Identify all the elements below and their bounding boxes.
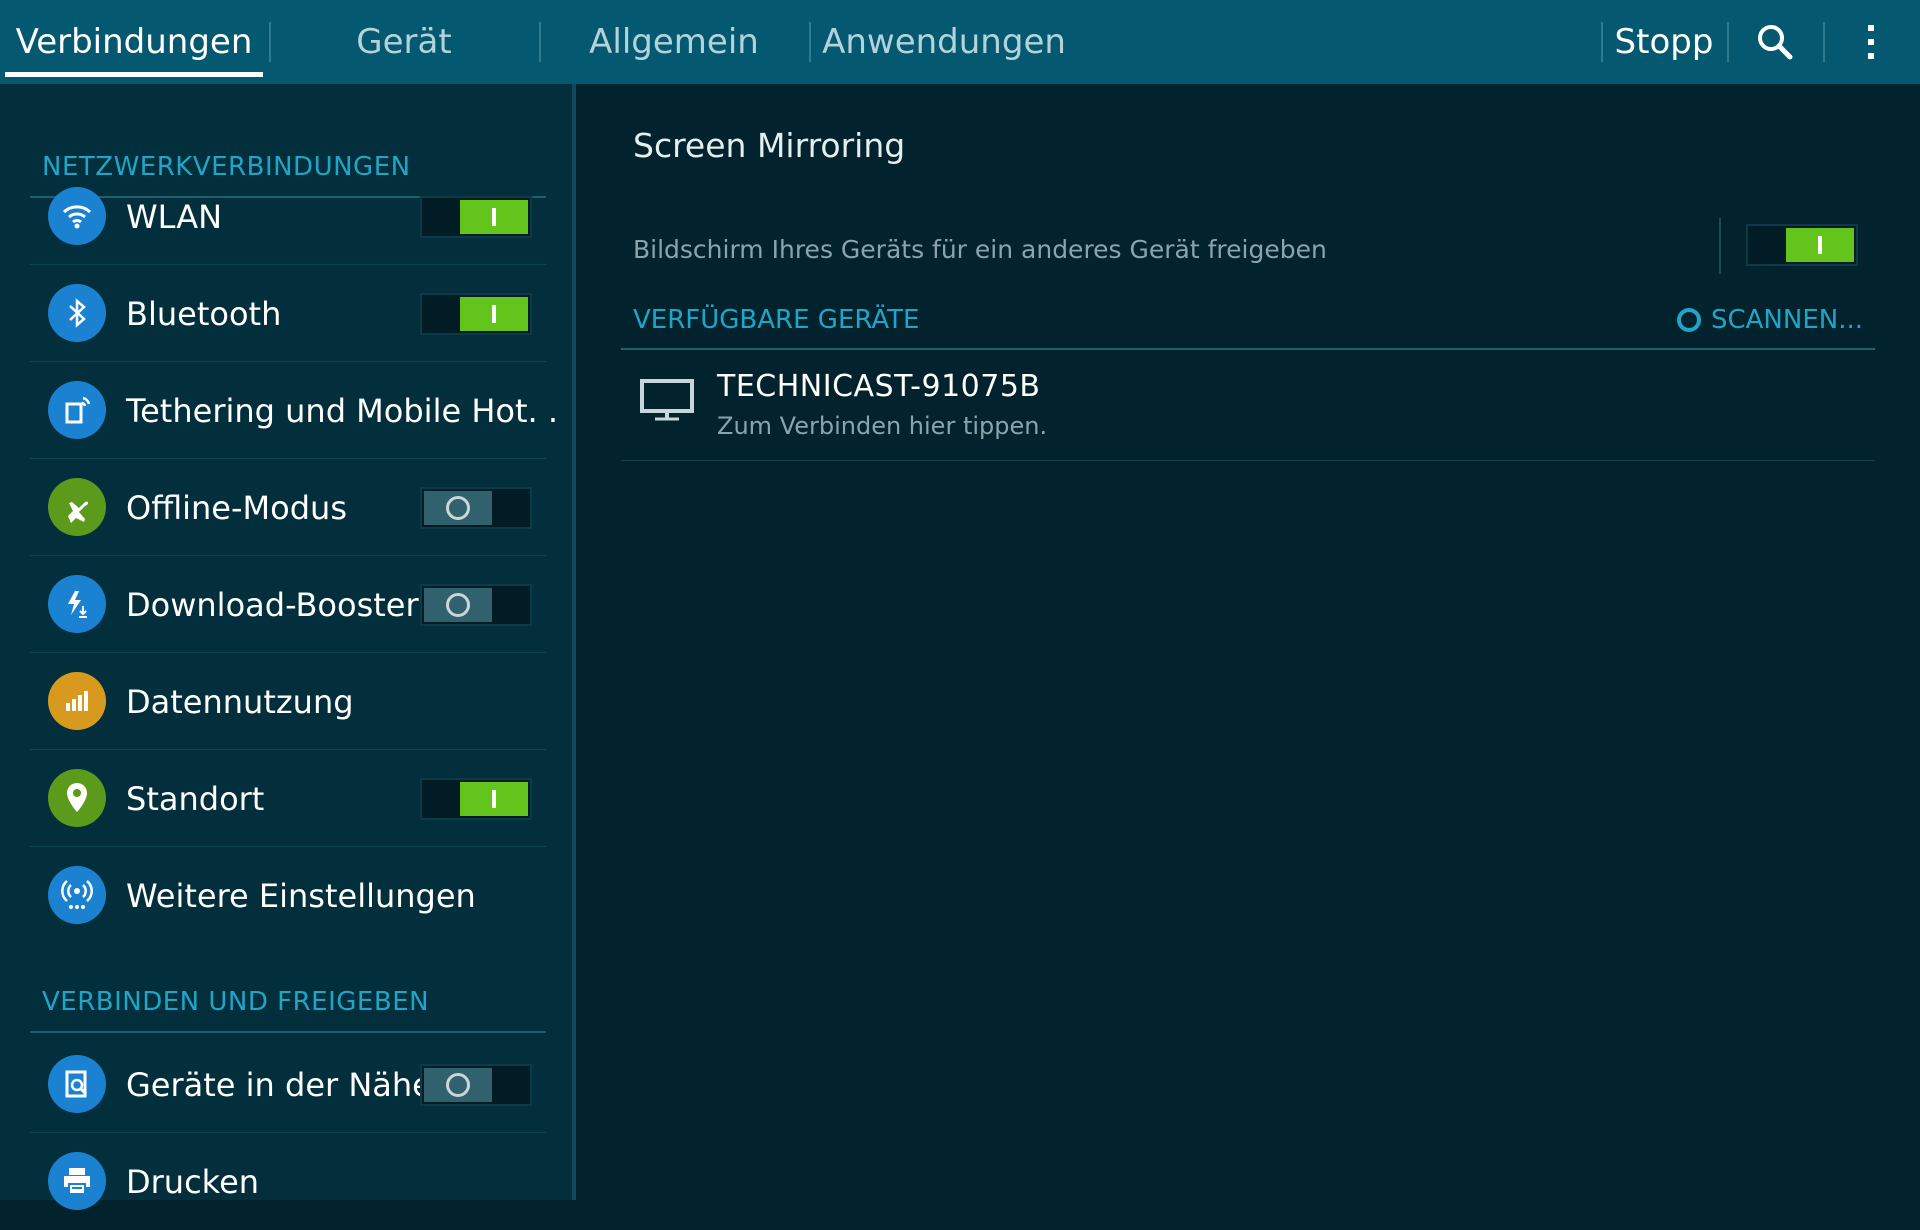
sidebar-item-label: Tethering und Mobile Hot. .	[126, 391, 559, 430]
sidebar-item-tethering-und-mobile-hot[interactable]: Tethering und Mobile Hot. .	[30, 362, 558, 459]
switch-knob	[424, 1068, 492, 1102]
tab-divider	[539, 22, 541, 62]
mirroring-description: Bildschirm Ihres Geräts für ein anderes …	[633, 234, 1327, 264]
available-devices-label: VERFÜGBARE GERÄTE	[633, 305, 920, 335]
sidebar-item-weitere-einstellungen[interactable]: Weitere Einstellungen	[30, 847, 546, 944]
switch-divider	[1719, 218, 1721, 274]
device-hint: Zum Verbinden hier tippen.	[717, 412, 1048, 440]
sidebar-item-datennutzung[interactable]: Datennutzung	[30, 653, 546, 750]
action-divider	[1727, 22, 1729, 62]
top-tab-bar: Verbindungen Gerät Allgemein Anwendungen…	[0, 0, 1920, 84]
download-booster-icon	[48, 575, 106, 633]
search-icon	[1758, 25, 1793, 60]
printer-icon	[48, 1152, 106, 1210]
sidebar-item-label: WLAN	[126, 197, 223, 236]
available-devices-header: VERFÜGBARE GERÄTE SCANNEN...	[621, 292, 1875, 350]
tab-anwendungen[interactable]: Anwendungen	[812, 0, 1076, 84]
section-header-connect-share: VERBINDEN UND FREIGEBEN	[30, 973, 546, 1033]
location-icon	[48, 769, 106, 827]
standort-switch[interactable]	[420, 778, 532, 820]
offline-modus-switch[interactable]	[420, 487, 532, 529]
sidebar-item-label: Offline-Modus	[126, 488, 347, 527]
geräte-in-der-nähe-switch[interactable]	[420, 1064, 532, 1106]
action-divider	[1601, 22, 1603, 62]
switch-knob	[424, 491, 492, 525]
sidebar-item-geräte-in-der-nähe[interactable]: Geräte in der Nähe	[30, 1036, 546, 1133]
data-usage-icon	[48, 672, 106, 730]
screen-mirroring-panel: Screen Mirroring Bildschirm Ihres Geräts…	[576, 84, 1920, 1200]
tab-divider	[269, 22, 271, 62]
scanning-spinner-icon	[1676, 308, 1701, 332]
device-list-item[interactable]: TECHNICAST-91075B Zum Verbinden hier tip…	[621, 350, 1875, 461]
switch-knob	[460, 200, 528, 234]
airplane-icon	[48, 478, 106, 536]
stop-button[interactable]: Stopp	[1604, 0, 1724, 84]
active-tab-indicator	[5, 72, 263, 77]
wlan-switch[interactable]	[420, 196, 532, 238]
page-title: Screen Mirroring	[633, 125, 906, 165]
download-booster-switch[interactable]	[420, 584, 532, 626]
scan-status[interactable]: SCANNEN...	[1676, 292, 1863, 348]
sidebar-item-standort[interactable]: Standort	[30, 750, 546, 847]
tab-divider	[809, 22, 811, 62]
sidebar-item-label: Weitere Einstellungen	[126, 876, 476, 915]
screen-mirroring-switch[interactable]	[1746, 224, 1858, 266]
sidebar-item-label: Geräte in der Nähe	[126, 1065, 432, 1104]
sidebar-item-wlan[interactable]: WLAN	[30, 168, 546, 265]
sidebar-item-bluetooth[interactable]: Bluetooth	[30, 265, 546, 362]
more-vertical-icon	[1868, 25, 1874, 59]
sidebar-item-label: Drucken	[126, 1162, 260, 1201]
sidebar-item-drucken[interactable]: Drucken	[30, 1133, 546, 1230]
action-divider	[1823, 22, 1825, 62]
sidebar-item-offline-modus[interactable]: Offline-Modus	[30, 459, 546, 556]
device-name: TECHNICAST-91075B	[717, 368, 1041, 404]
switch-knob	[424, 588, 492, 622]
scan-label: SCANNEN...	[1710, 305, 1863, 335]
wifi-icon	[48, 187, 106, 245]
switch-knob	[1786, 228, 1854, 262]
more-networks-icon	[48, 866, 106, 924]
sidebar-item-label: Standort	[126, 779, 265, 818]
more-options-button[interactable]	[1826, 0, 1916, 84]
sidebar-item-label: Datennutzung	[126, 682, 354, 721]
tab-allgemein[interactable]: Allgemein	[542, 0, 806, 84]
tethering-icon	[48, 381, 106, 439]
nearby-devices-icon	[48, 1055, 106, 1113]
bluetooth-icon	[48, 284, 106, 342]
sidebar-item-label: Bluetooth	[126, 294, 282, 333]
switch-knob	[460, 297, 528, 331]
search-button[interactable]	[1730, 0, 1820, 84]
switch-knob	[460, 782, 528, 816]
sidebar-item-download-booster[interactable]: Download-Booster	[30, 556, 546, 653]
sidebar-item-label: Download-Booster	[126, 585, 419, 624]
bluetooth-switch[interactable]	[420, 293, 532, 335]
tab-geraet[interactable]: Gerät	[272, 0, 536, 84]
monitor-icon	[640, 379, 694, 421]
